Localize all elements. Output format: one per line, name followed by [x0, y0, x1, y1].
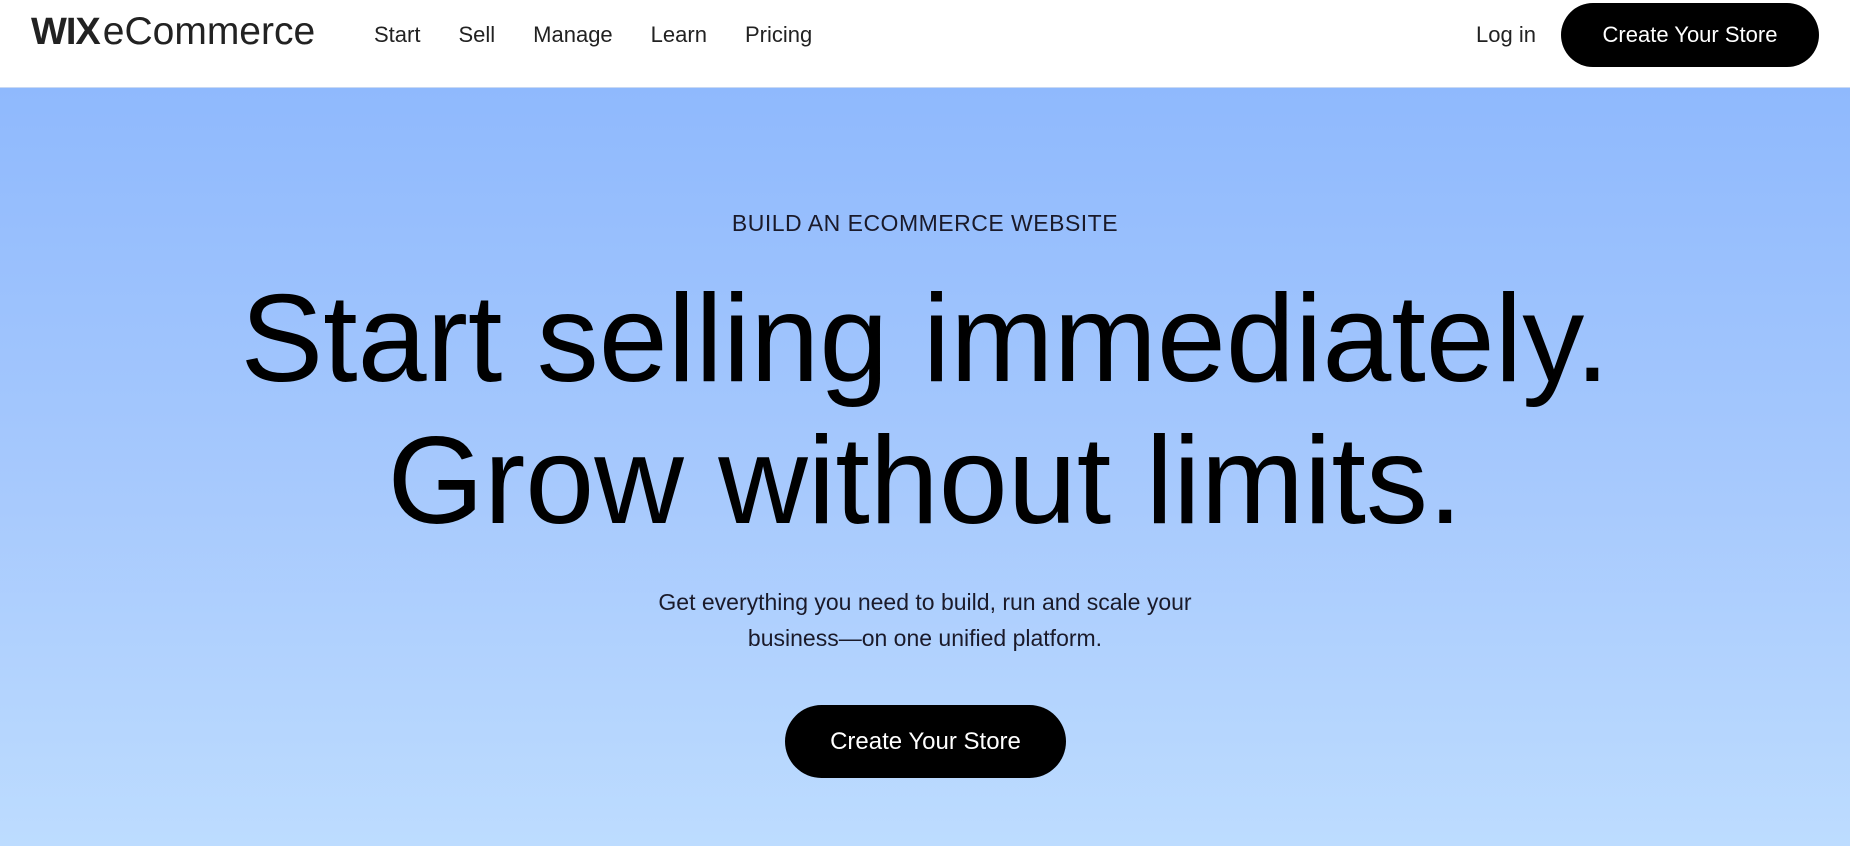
main-nav: Start Sell Manage Learn Pricing: [374, 20, 850, 50]
hero-subtitle: Get everything you need to build, run an…: [0, 584, 1850, 656]
nav-manage[interactable]: Manage: [533, 20, 613, 50]
nav-pricing[interactable]: Pricing: [745, 20, 812, 50]
nav-sell[interactable]: Sell: [458, 20, 495, 50]
nav-start[interactable]: Start: [374, 20, 420, 50]
logo-brand: WIX: [31, 11, 101, 53]
subtitle-line-2: business—on one unified platform.: [747, 625, 1103, 651]
hero-section: BUILD AN ECOMMERCE WEBSITE Start selling…: [0, 88, 1850, 846]
logo-product: eCommerce: [102, 10, 316, 53]
wix-ecommerce-logo[interactable]: WIX eCommerce: [31, 10, 315, 58]
site-header: WIX eCommerce Start Sell Manage Learn Pr…: [0, 0, 1850, 88]
header-create-store-button[interactable]: Create Your Store: [1561, 3, 1819, 67]
headline-line-1: Start selling immediately.: [240, 270, 1610, 408]
hero-create-store-button[interactable]: Create Your Store: [785, 705, 1066, 778]
hero-headline: Start selling immediately. Grow without …: [0, 268, 1850, 552]
hero-eyebrow: BUILD AN ECOMMERCE WEBSITE: [731, 210, 1119, 236]
headline-line-2: Grow without limits.: [387, 412, 1463, 550]
nav-learn[interactable]: Learn: [651, 20, 707, 50]
subtitle-line-1: Get everything you need to build, run an…: [658, 589, 1192, 615]
login-link[interactable]: Log in: [1476, 20, 1536, 50]
